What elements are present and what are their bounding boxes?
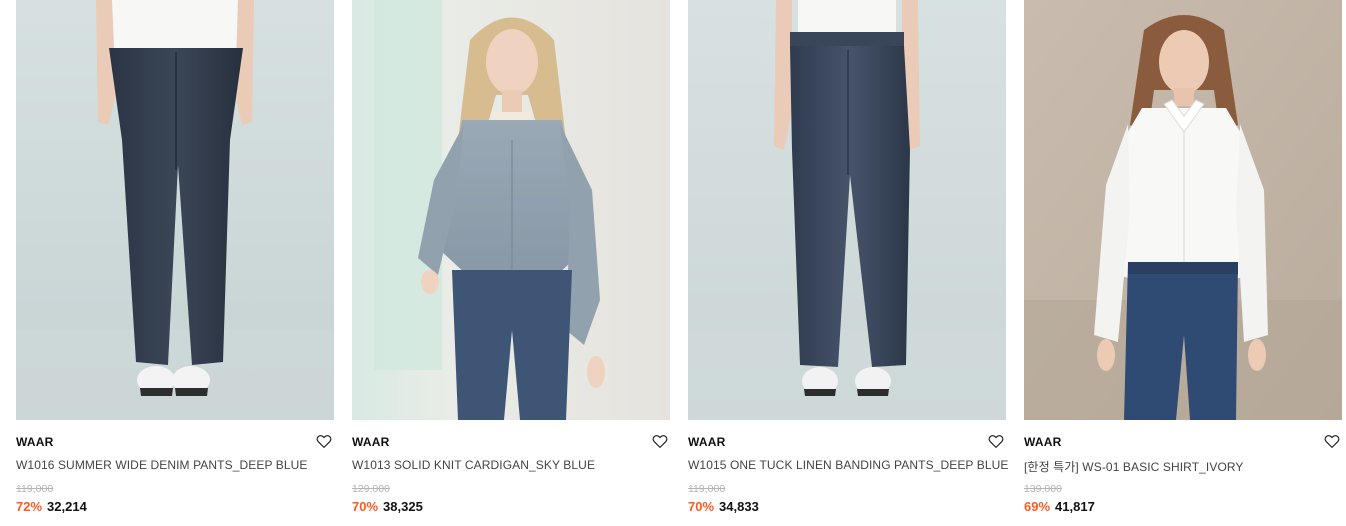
- brand-name[interactable]: WAAR: [352, 435, 389, 449]
- brand-name[interactable]: WAAR: [16, 435, 53, 449]
- product-card[interactable]: WAAR [한정 특가] WS-01 BASIC SHIRT_IVORY 139…: [1024, 0, 1342, 526]
- price-row: 70% 34,833: [688, 499, 759, 514]
- product-name[interactable]: [한정 특가] WS-01 BASIC SHIRT_IVORY: [1024, 458, 1324, 475]
- product-image[interactable]: [352, 0, 670, 420]
- sale-price: 41,817: [1055, 499, 1095, 514]
- heart-outline-icon[interactable]: [315, 432, 333, 450]
- heart-outline-icon[interactable]: [651, 432, 669, 450]
- product-image[interactable]: [688, 0, 1006, 420]
- discount-rate: 72%: [16, 499, 43, 514]
- product-grid: WAAR W1016 SUMMER WIDE DENIM PANTS_DEEP …: [16, 0, 1342, 526]
- product-card[interactable]: WAAR W1016 SUMMER WIDE DENIM PANTS_DEEP …: [16, 0, 334, 526]
- price-row: 69% 41,817: [1024, 499, 1095, 514]
- original-price: 129,000: [352, 483, 390, 495]
- sale-price: 38,325: [383, 499, 423, 514]
- price-row: 70% 38,325: [352, 499, 423, 514]
- sale-price: 34,833: [719, 499, 759, 514]
- product-name[interactable]: W1016 SUMMER WIDE DENIM PANTS_DEEP BLUE: [16, 458, 316, 472]
- original-price: 119,000: [688, 483, 726, 495]
- product-card[interactable]: WAAR W1013 SOLID KNIT CARDIGAN_SKY BLUE …: [352, 0, 670, 526]
- heart-outline-icon[interactable]: [987, 432, 1005, 450]
- product-image[interactable]: [1024, 0, 1342, 420]
- product-name[interactable]: W1013 SOLID KNIT CARDIGAN_SKY BLUE: [352, 458, 652, 472]
- product-name[interactable]: W1015 ONE TUCK LINEN BANDING PANTS_DEEP …: [688, 458, 1008, 472]
- sale-price: 32,214: [47, 499, 87, 514]
- heart-outline-icon[interactable]: [1323, 432, 1341, 450]
- original-price: 139,000: [1024, 483, 1062, 495]
- discount-rate: 70%: [688, 499, 715, 514]
- product-image[interactable]: [16, 0, 334, 420]
- product-card[interactable]: WAAR W1015 ONE TUCK LINEN BANDING PANTS_…: [688, 0, 1008, 526]
- brand-name[interactable]: WAAR: [688, 435, 725, 449]
- price-row: 72% 32,214: [16, 499, 87, 514]
- brand-name[interactable]: WAAR: [1024, 435, 1061, 449]
- discount-rate: 70%: [352, 499, 379, 514]
- original-price: 119,000: [16, 483, 54, 495]
- discount-rate: 69%: [1024, 499, 1051, 514]
